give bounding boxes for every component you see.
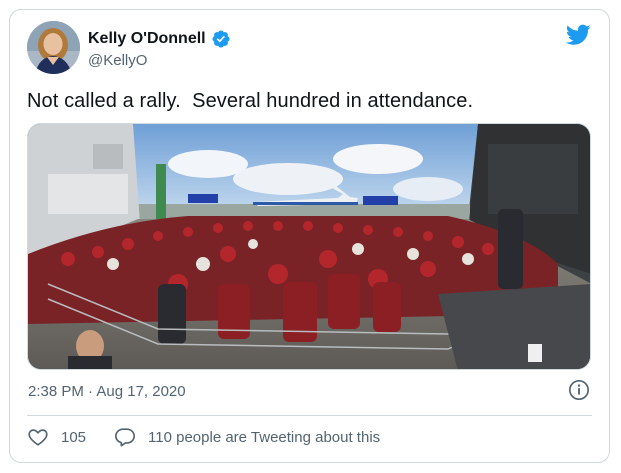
tweet-photo[interactable] [27, 123, 591, 370]
verified-badge-icon [212, 30, 230, 48]
info-icon[interactable] [568, 379, 590, 401]
tweet-timestamp[interactable]: 2:38 PM · Aug 17, 2020 [28, 383, 186, 400]
author-handle[interactable]: @KellyO [88, 52, 147, 69]
reply-label: 110 people are Tweeting about this [148, 428, 381, 446]
divider [27, 415, 592, 416]
tweet-text: Not called a rally. Several hundred in a… [27, 90, 474, 112]
avatar-image [27, 21, 80, 74]
tweet-actions: 105 110 people are Tweeting about this [27, 426, 380, 448]
author-name[interactable]: Kelly O'Donnell [88, 30, 206, 48]
twitter-bird-icon[interactable] [566, 24, 591, 46]
heart-icon [28, 429, 48, 446]
reply-button[interactable]: 110 people are Tweeting about this [114, 426, 380, 448]
speech-bubble-icon [115, 428, 136, 447]
like-count: 105 [61, 428, 87, 446]
like-button[interactable]: 105 [27, 426, 86, 448]
hangar-crowd-photo [28, 124, 590, 369]
author-name-row[interactable]: Kelly O'Donnell [88, 29, 231, 49]
avatar[interactable] [27, 21, 80, 74]
tweet-card[interactable]: Kelly O'Donnell @KellyO Not called a ral… [9, 9, 610, 463]
